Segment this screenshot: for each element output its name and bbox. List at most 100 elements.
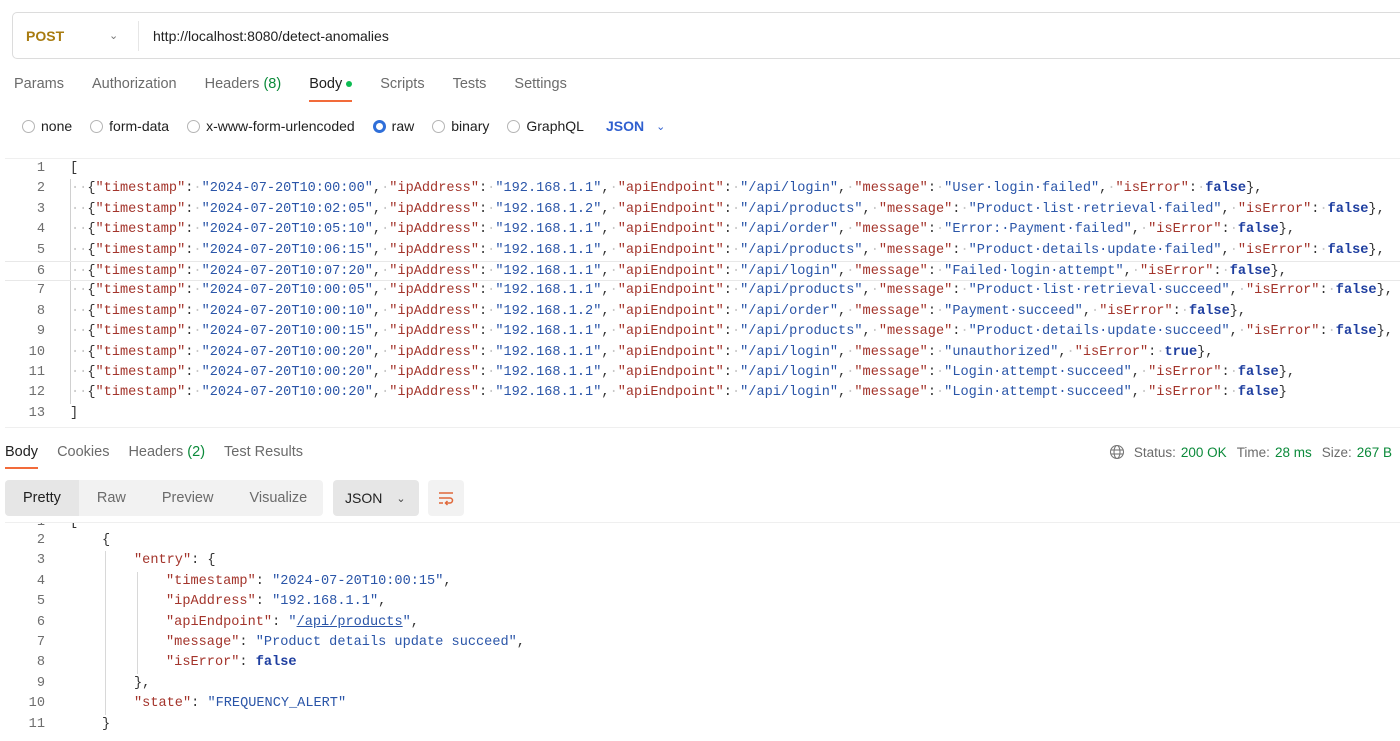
body-type-options: none form-data x-www-form-urlencoded raw bin…	[22, 118, 665, 134]
chevron-down-icon: ⌄	[396, 492, 406, 505]
tab-count: (8)	[263, 76, 282, 92]
tab-label: Cookies	[57, 444, 110, 460]
request-url-bar: POST ⌄	[12, 12, 1400, 59]
line-number: 6	[36, 614, 45, 630]
tab-scripts[interactable]: Scripts	[380, 76, 424, 102]
code-content: "ipAddress": "192.168.1.1",	[166, 594, 387, 610]
line-number: 7	[36, 283, 45, 299]
tab-headers[interactable]: Headers (8)	[205, 76, 282, 102]
code-content: [	[70, 161, 79, 176]
code-line: 4 ··{"timestamp":·"2024-07-20T10:05:10",·…	[5, 220, 1400, 241]
radio-button-icon	[372, 119, 386, 133]
response-tab-test-results[interactable]: Test Results	[224, 444, 303, 469]
code-content: },	[134, 675, 151, 691]
radio-form-data[interactable]: form-data	[90, 118, 169, 134]
word-wrap-button[interactable]	[428, 480, 464, 516]
line-number: 12	[28, 385, 45, 401]
line-number: 11	[28, 364, 45, 380]
status-label: Status:	[1133, 444, 1176, 460]
code-content: "message": "Product details update succe…	[166, 634, 525, 650]
code-content: [	[45, 523, 78, 531]
response-tab-body[interactable]: Body	[5, 444, 39, 469]
line-number: 9	[36, 324, 45, 340]
code-line: 7 "message": "Product details update succ…	[5, 632, 1400, 654]
radio-button-icon	[432, 119, 446, 133]
view-pretty[interactable]: Pretty	[5, 480, 79, 516]
line-number: 8	[36, 655, 45, 671]
tab-settings[interactable]: Settings	[514, 76, 566, 102]
radio-x-www-form-urlencoded[interactable]: x-www-form-urlencoded	[187, 118, 355, 134]
tab-authorization[interactable]: Authorization	[92, 76, 177, 102]
response-tab-headers[interactable]: Headers (2)	[128, 444, 205, 469]
response-tab-cookies[interactable]: Cookies	[57, 444, 109, 469]
view-preview[interactable]: Preview	[144, 480, 232, 516]
view-raw[interactable]: Raw	[79, 480, 144, 516]
code-line: 4 "timestamp": "2024-07-20T10:00:15",	[5, 571, 1400, 593]
tab-label: Headers	[128, 444, 184, 460]
request-body-editor[interactable]: 1[2 ··{"timestamp":·"2024-07-20T10:00:00"…	[5, 158, 1400, 428]
radio-graphql[interactable]: GraphQL	[507, 118, 584, 134]
tab-label: Body	[5, 444, 39, 460]
code-line: 5 ··{"timestamp":·"2024-07-20T10:06:15",·…	[5, 240, 1400, 261]
code-content: ··{"timestamp":·"2024-07-20T10:00:10",·"…	[70, 301, 1246, 323]
line-number: 4	[36, 573, 45, 589]
radio-raw[interactable]: raw	[372, 118, 414, 134]
line-number: 10	[28, 696, 45, 712]
method-select[interactable]: POST ⌄	[13, 20, 139, 51]
code-content: "isError": false	[166, 655, 297, 671]
radio-none[interactable]: none	[22, 118, 72, 134]
code-line: 9},	[5, 673, 1400, 695]
chevron-down-icon: ⌄	[656, 120, 666, 133]
language-select[interactable]: JSON ⌄	[606, 118, 665, 134]
code-line: 8 "isError": false	[5, 653, 1400, 674]
modified-dot-icon	[346, 81, 353, 88]
code-content: ··{"timestamp":·"2024-07-20T10:06:15",·"…	[70, 240, 1385, 261]
wrap-lines-icon	[439, 492, 454, 506]
line-number: 2	[36, 181, 45, 197]
tab-tests[interactable]: Tests	[453, 76, 487, 102]
code-content: ··{"timestamp":·"2024-07-20T10:05:10",·"…	[70, 220, 1295, 241]
chevron-down-icon: ⌄	[109, 29, 119, 42]
globe-icon[interactable]	[1109, 444, 1125, 460]
code-line: 5 "ipAddress": "192.168.1.1",	[5, 592, 1400, 613]
response-format-select[interactable]: JSON ⌄	[333, 480, 419, 516]
size-value[interactable]: 267 B	[1357, 445, 1392, 460]
line-number: 3	[36, 201, 45, 217]
radio-button-icon	[507, 119, 521, 133]
code-line: 8 ··{"timestamp":·"2024-07-20T10:00:10",·…	[5, 301, 1400, 323]
url-input[interactable]	[153, 27, 953, 44]
code-content: ]	[70, 405, 79, 421]
code-content: "state": "FREQUENCY_ALERT"	[134, 696, 347, 712]
line-number: 5	[36, 242, 45, 258]
code-content: ··{"timestamp":·"2024-07-20T10:00:15",·"…	[70, 322, 1393, 343]
code-content: ··{"timestamp":·"2024-07-20T10:00:20",·"…	[70, 362, 1295, 384]
line-number: 1	[36, 161, 45, 176]
code-line: 11 ··{"timestamp":·"2024-07-20T10:00:20",…	[5, 362, 1400, 384]
radio-binary[interactable]: binary	[432, 118, 489, 134]
line-number: 7	[36, 634, 45, 650]
code-line: 3 ··{"timestamp":·"2024-07-20T10:02:05",·…	[5, 199, 1400, 221]
code-line: 10 "state": "FREQUENCY_ALERT"	[5, 694, 1400, 715]
code-content: ··{"timestamp":·"2024-07-20T10:02:05",·"…	[70, 199, 1385, 221]
line-number: 8	[36, 303, 45, 319]
radio-label: form-data	[109, 118, 170, 134]
code-content: "timestamp": "2024-07-20T10:00:15",	[166, 573, 452, 589]
language-label: JSON	[605, 118, 645, 134]
code-content: "apiEndpoint": "/api/products",	[166, 614, 419, 630]
status-value[interactable]: 200 OK	[1181, 445, 1227, 460]
response-status-area: Status: 200 OK Time: 28 ms Size: 267 B	[1109, 444, 1392, 460]
radio-label: x-www-form-urlencoded	[206, 118, 355, 134]
view-visualize[interactable]: Visualize	[231, 480, 325, 516]
tab-label: Authorization	[91, 76, 177, 92]
tab-body[interactable]: Body	[309, 76, 353, 102]
code-line: 13]	[5, 404, 1400, 424]
tab-label: Test Results	[224, 444, 304, 460]
line-number: 11	[28, 716, 45, 732]
tab-params[interactable]: Params	[14, 76, 64, 102]
code-content: }	[102, 716, 111, 732]
line-number: 1	[5, 523, 45, 531]
time-value[interactable]: 28 ms	[1275, 445, 1312, 460]
code-line: 12 ··{"timestamp":·"2024-07-20T10:00:20",…	[5, 383, 1400, 404]
endpoint-link[interactable]: /api/products	[297, 615, 403, 630]
response-body-viewer[interactable]: 1[2{3"entry": {4"timestamp": "2024-07-20…	[5, 522, 1400, 741]
